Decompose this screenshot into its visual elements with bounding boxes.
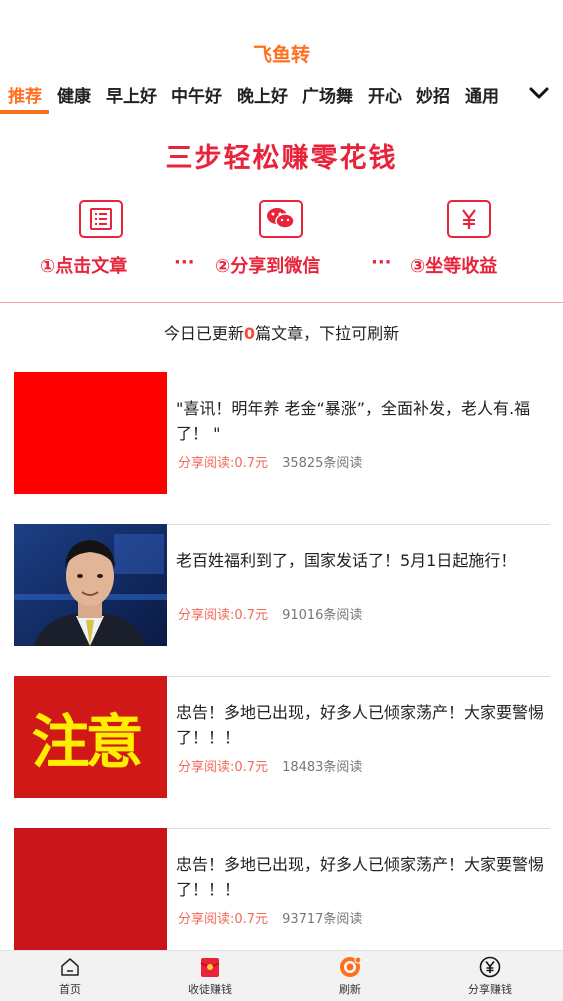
nav-share-earn[interactable]: 分享赚钱: [420, 951, 560, 1001]
step-separator: ···: [174, 252, 195, 273]
step-3-label: ③坐等收益: [410, 256, 498, 277]
thumbnail-caption: 注意: [31, 708, 143, 776]
article-title[interactable]: 老百姓福利到了，国家发话了！5月1日起施行！: [176, 548, 548, 573]
update-notice: 今日已更新0篇文章，下拉可刷新: [163, 324, 400, 343]
step-2-label: ②分享到微信: [215, 256, 321, 277]
share-reward: 分享阅读:0.7元: [178, 456, 269, 471]
nav-home[interactable]: 首页: [0, 951, 140, 1001]
yuan-icon: [447, 200, 491, 238]
read-count: 91016条阅读: [282, 608, 363, 623]
tab-general[interactable]: 通用: [465, 82, 499, 107]
update-count: 0: [243, 324, 256, 343]
article-item[interactable]: "喜讯！明年养 老金“暴涨”，全面补发，老人有.福了！ " 分享阅读:0.7元 3…: [14, 372, 550, 525]
article-thumbnail[interactable]: 注意: [14, 676, 167, 798]
step-1-label: ①点击文章: [40, 256, 128, 277]
wechat-icon: [259, 200, 303, 238]
category-tabs: 推荐 健康 早上好 中午好 晚上好 广场舞 开心 妙招 通用: [0, 78, 563, 116]
tab-square-dance[interactable]: 广场舞: [302, 82, 353, 107]
article-meta: 分享阅读:0.7元 35825条阅读: [178, 452, 362, 471]
share-reward: 分享阅读:0.7元: [178, 760, 269, 775]
tab-happy[interactable]: 开心: [368, 82, 402, 107]
tab-good-morning[interactable]: 早上好: [106, 82, 157, 107]
home-icon: [61, 958, 79, 976]
article-item[interactable]: 注意 忠告！多地已出现，好多人已倾家荡产！大家要警惕了！！！ 分享阅读:0.7元…: [14, 676, 550, 829]
article-thumbnail[interactable]: [14, 372, 167, 494]
article-meta: 分享阅读:0.7元 91016条阅读: [178, 604, 362, 623]
more-tabs-button[interactable]: [515, 78, 563, 108]
read-count: 93717条阅读: [282, 912, 363, 927]
yuan-circle-icon: [479, 956, 501, 978]
article-meta: 分享阅读:0.7元 18483条阅读: [178, 756, 362, 775]
article-title[interactable]: 忠告！多地已出现，好多人已倾家荡产！大家要警惕了！！！: [176, 700, 548, 750]
bottom-nav: 首页 收徒赚钱 刷新 分享赚钱: [0, 950, 563, 1001]
share-reward: 分享阅读:0.7元: [178, 608, 269, 623]
refresh-icon: [340, 956, 361, 977]
read-count: 18483条阅读: [282, 760, 363, 775]
promo-banner: 三步轻松赚零花钱 ①点击文章 ··· ②分享到微信 ··· ③坐等收益: [0, 116, 563, 303]
nav-refresh[interactable]: 刷新: [280, 951, 420, 1001]
tab-good-noon[interactable]: 中午好: [171, 82, 222, 107]
red-envelope-icon: [200, 958, 220, 977]
tab-tips[interactable]: 妙招: [416, 82, 450, 107]
article-thumbnail[interactable]: [14, 524, 167, 646]
article-title[interactable]: 忠告！多地已出现，好多人已倾家荡产！大家要警惕了！！！: [176, 852, 548, 902]
active-tab-indicator: [0, 110, 49, 114]
app-title: 飞鱼转: [252, 44, 310, 66]
step-separator: ···: [371, 252, 392, 273]
tab-recommended[interactable]: 推荐: [8, 82, 42, 107]
share-reward: 分享阅读:0.7元: [178, 912, 269, 927]
promo-title: 三步轻松赚零花钱: [165, 143, 398, 174]
chevron-down-icon: [529, 87, 549, 99]
read-count: 35825条阅读: [282, 456, 363, 471]
nav-recruit-earn[interactable]: 收徒赚钱: [140, 951, 280, 1001]
article-icon: [79, 200, 123, 238]
article-thumbnail[interactable]: [14, 828, 167, 950]
article-title[interactable]: "喜讯！明年养 老金“暴涨”，全面补发，老人有.福了！ ": [176, 396, 548, 446]
tab-health[interactable]: 健康: [57, 82, 91, 107]
article-item[interactable]: 老百姓福利到了，国家发话了！5月1日起施行！ 分享阅读:0.7元 91016条阅读: [14, 524, 550, 677]
tab-good-evening[interactable]: 晚上好: [237, 82, 288, 107]
article-meta: 分享阅读:0.7元 93717条阅读: [178, 908, 362, 927]
